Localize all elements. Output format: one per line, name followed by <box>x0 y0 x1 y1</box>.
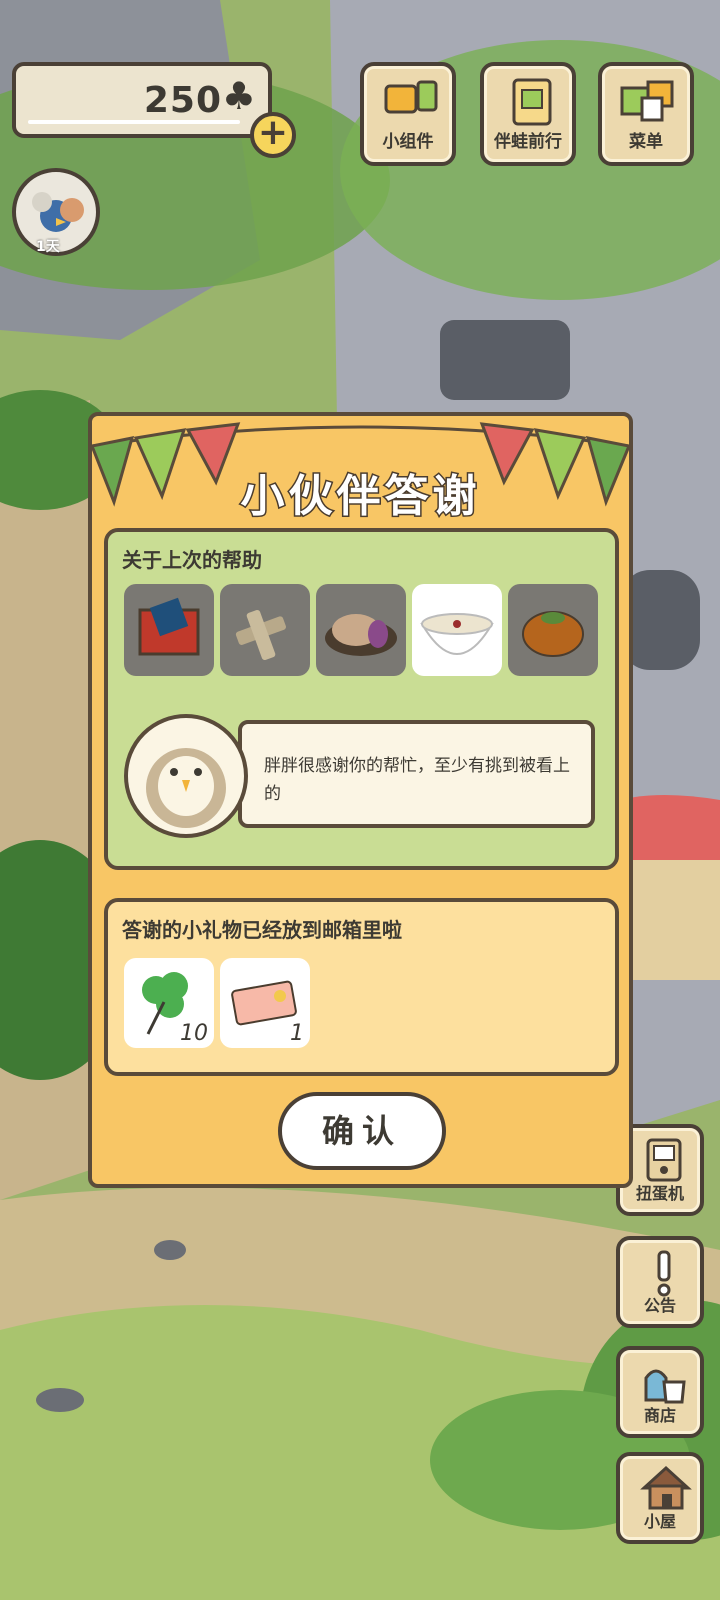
notice-icon <box>657 1250 671 1297</box>
biscuit-sticks-icon <box>235 609 286 661</box>
mooncake-icon <box>325 614 397 656</box>
reward-ticket[interactable]: 1 <box>220 958 310 1048</box>
message-box: 胖胖很感谢你的帮忙，至少有挑到被看上的 <box>238 720 595 828</box>
notice-label: 公告 <box>643 1296 676 1315</box>
widget-button[interactable]: 小组件 <box>360 62 456 166</box>
message-text: 胖胖很感谢你的帮忙，至少有挑到被看上的 <box>264 756 570 804</box>
porridge-bowl-icon <box>420 613 494 655</box>
gacha-icon <box>646 1138 682 1182</box>
shop-button[interactable]: 商店 <box>616 1346 704 1438</box>
shop-label: 商店 <box>643 1406 676 1425</box>
journey-label: 伴蛙前行 <box>494 132 562 152</box>
notice-button[interactable]: 公告 <box>616 1236 704 1328</box>
house-label: 小屋 <box>643 1512 676 1531</box>
add-clover-button[interactable]: + <box>250 112 296 158</box>
dialog-title: 小伙伴答谢 <box>239 470 481 524</box>
items-row <box>124 584 604 678</box>
owl-avatar <box>124 714 248 838</box>
house-icon <box>640 1465 692 1510</box>
item-biscuit-sticks[interactable] <box>220 584 310 676</box>
menu-label: 菜单 <box>629 132 663 152</box>
widget-label: 小组件 <box>382 132 434 152</box>
widget-icon <box>384 80 438 114</box>
visitor-days-label: 1天 <box>36 239 60 255</box>
item-gift-box[interactable] <box>124 584 214 676</box>
persimmon-icon <box>522 611 584 657</box>
house-button[interactable]: 小屋 <box>616 1452 704 1544</box>
help-section-title: 关于上次的帮助 <box>122 548 262 572</box>
gift-box-icon <box>138 597 200 656</box>
journey-button[interactable]: 伴蛙前行 <box>480 62 576 166</box>
item-mooncake[interactable] <box>316 584 406 676</box>
clover-bar <box>28 120 240 124</box>
confirm-button[interactable]: 确认 <box>278 1092 446 1170</box>
reward-ticket-qty: 1 <box>290 1021 304 1046</box>
owl-icon <box>146 748 226 828</box>
gift-panel: 答谢的小礼物已经放到邮箱里啦 10 1 <box>104 898 619 1076</box>
clover-icon: ♣ <box>221 74 256 118</box>
reward-clover-qty: 10 <box>180 1021 208 1046</box>
clover-counter: 250 ♣ <box>12 62 272 138</box>
menu-button[interactable]: 菜单 <box>598 62 694 166</box>
menu-cards-icon <box>620 80 674 122</box>
reward-clover[interactable]: 10 <box>124 958 214 1048</box>
item-persimmon[interactable] <box>508 584 598 676</box>
clover-count: 250 <box>143 80 222 121</box>
journal-icon <box>512 78 552 126</box>
game-scene: 250 ♣ + 1天 小组件 伴蛙前行 菜单 扭蛋机 公告 商店 小屋 小伙伴答… <box>0 0 720 1600</box>
gacha-label: 扭蛋机 <box>635 1184 684 1203</box>
gift-section-title: 答谢的小礼物已经放到邮箱里啦 <box>122 918 402 942</box>
item-porridge-bowl[interactable] <box>412 584 502 676</box>
shop-icon <box>644 1369 686 1404</box>
